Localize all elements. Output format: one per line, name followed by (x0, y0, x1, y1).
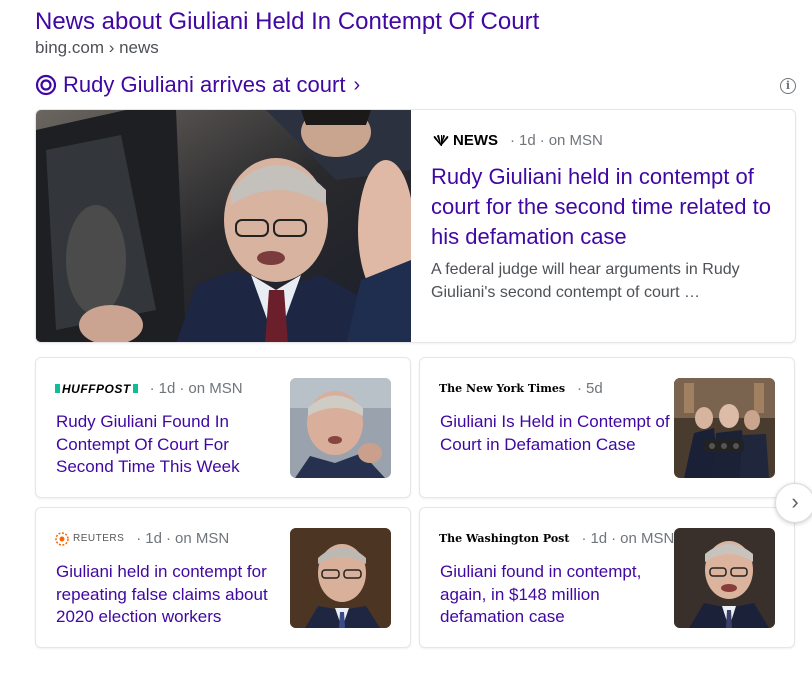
thumbnail-photo (290, 528, 391, 628)
thumbnail-photo (674, 378, 775, 478)
article-platform: on MSN (548, 132, 603, 149)
card-headline-link[interactable]: Giuliani Is Held in Contempt of Court in… (440, 411, 675, 456)
article-age: 5d (586, 380, 603, 397)
article-age: 1d (519, 132, 536, 149)
thumbnail-photo (674, 528, 775, 628)
card-meta: The Washington Post · 1d · on MSN (439, 530, 674, 547)
article-platform: on MSN (174, 530, 230, 547)
hero-news-card[interactable]: NEWS · 1d · on MSN Rudy Giuliani held in… (35, 109, 796, 343)
nbc-news-logo: NEWS (432, 132, 498, 149)
topic-ring-icon (35, 74, 57, 96)
huffpost-logo: HUFFPOST (55, 382, 138, 396)
meta-separator: · (149, 380, 155, 397)
card-thumbnail[interactable] (674, 378, 775, 478)
news-card-reuters[interactable]: REUTERS · 1d · on MSN Giuliani held in c… (35, 507, 411, 648)
chevron-right-icon: › (353, 73, 361, 96)
card-meta: HUFFPOST · 1d · on MSN (55, 380, 243, 397)
meta-separator: · (136, 530, 142, 547)
card-meta: REUTERS · 1d · on MSN (55, 530, 229, 547)
meta-separator: · (510, 132, 515, 149)
source-url: bing.com › news (35, 38, 159, 57)
hero-meta: NEWS · 1d · on MSN (432, 132, 603, 149)
topic-link[interactable]: Rudy Giuliani arrives at court › (35, 72, 360, 98)
card-headline-link[interactable]: Giuliani held in contempt for repeating … (56, 561, 291, 629)
reuters-dots-icon (55, 531, 69, 546)
topic-label: Rudy Giuliani arrives at court (63, 72, 346, 97)
nytimes-logo: The New York Times (439, 382, 566, 395)
article-platform: on MSN (188, 380, 243, 397)
meta-separator: · (539, 132, 545, 149)
card-thumbnail[interactable] (674, 528, 775, 628)
card-meta: The New York Times · 5d (439, 380, 603, 397)
article-age: 1d (590, 530, 608, 547)
news-card-huffpost[interactable]: HUFFPOST · 1d · on MSN Rudy Giuliani Fou… (35, 357, 411, 498)
section-title-link[interactable]: News about Giuliani Held In Contempt Of … (35, 8, 539, 36)
washington-post-logo: The Washington Post (439, 532, 570, 545)
hero-snippet: A federal judge will hear arguments in R… (431, 261, 740, 301)
article-age: 1d (145, 530, 162, 547)
meta-separator: · (581, 530, 587, 547)
info-icon[interactable]: i (780, 78, 796, 94)
chevron-right-icon: › (791, 489, 799, 514)
article-platform: on MSN (620, 530, 675, 547)
card-headline-link[interactable]: Giuliani found in contempt, again, in $1… (440, 561, 675, 629)
card-headline-link[interactable]: Rudy Giuliani Found In Contempt Of Court… (56, 411, 291, 479)
meta-separator: · (165, 530, 171, 547)
meta-separator: · (179, 380, 185, 397)
peacock-icon (433, 134, 449, 146)
news-card-nytimes[interactable]: The New York Times · 5d Giuliani Is Held… (419, 357, 795, 498)
carousel-next-button[interactable]: › (775, 483, 812, 523)
hero-headline-link[interactable]: Rudy Giuliani held in contempt of court … (431, 162, 781, 252)
card-thumbnail[interactable] (290, 528, 391, 628)
thumbnail-photo (290, 378, 391, 478)
meta-separator: · (577, 380, 583, 397)
reuters-logo: REUTERS (55, 531, 124, 546)
hero-photo (36, 110, 411, 342)
card-thumbnail[interactable] (290, 378, 391, 478)
article-age: 1d (158, 380, 176, 397)
news-card-washington-post[interactable]: The Washington Post · 1d · on MSN Giulia… (419, 507, 795, 648)
meta-separator: · (611, 530, 617, 547)
